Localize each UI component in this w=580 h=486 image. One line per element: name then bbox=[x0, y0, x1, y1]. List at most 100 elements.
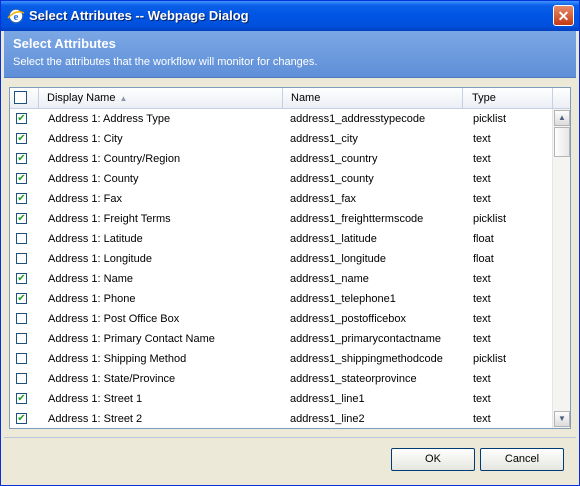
table-row[interactable]: Address 1: Latitude address1_latitude floa… bbox=[10, 229, 550, 249]
cell-name: address1_line1 bbox=[290, 393, 365, 405]
cell-name: address1_stateorprovince bbox=[290, 373, 417, 385]
cell-name: address1_name bbox=[290, 273, 369, 285]
row-checkbox[interactable]: ✔ bbox=[16, 273, 27, 284]
row-checkbox[interactable]: ✔ bbox=[16, 133, 27, 144]
row-checkbox[interactable] bbox=[16, 333, 27, 344]
close-button[interactable]: ✕ bbox=[553, 5, 574, 26]
dialog-header: Select Attributes Select the attributes … bbox=[4, 31, 576, 78]
cell-display-name: Address 1: Name bbox=[48, 273, 133, 285]
table-row[interactable]: Address 1: State/Province address1_stateo… bbox=[10, 369, 550, 389]
cell-type: float bbox=[473, 233, 494, 245]
table-row[interactable]: ✔ Address 1: Country/Region address1_count… bbox=[10, 149, 550, 169]
checkmark-icon: ✔ bbox=[17, 293, 26, 304]
row-checkbox[interactable]: ✔ bbox=[16, 153, 27, 164]
table-row[interactable]: ✔ Address 1: Phone address1_telephone1 text bbox=[10, 289, 550, 309]
select-all-checkbox[interactable] bbox=[14, 91, 27, 104]
ok-button[interactable]: OK bbox=[391, 448, 475, 471]
cell-type: picklist bbox=[473, 213, 507, 225]
select-all-cell bbox=[10, 88, 39, 108]
cell-display-name: Address 1: County bbox=[48, 173, 139, 185]
table-row[interactable]: ✔ Address 1: County address1_county text bbox=[10, 169, 550, 189]
column-label-name: Name bbox=[291, 92, 321, 104]
row-checkbox[interactable]: ✔ bbox=[16, 293, 27, 304]
header-description: Select the attributes that the workflow … bbox=[13, 56, 318, 68]
window-title: Select Attributes -- Webpage Dialog bbox=[29, 8, 249, 23]
cell-name: address1_freighttermscode bbox=[290, 213, 424, 225]
cell-type: picklist bbox=[473, 113, 507, 125]
cell-name: address1_latitude bbox=[290, 233, 377, 245]
cell-name: address1_fax bbox=[290, 193, 357, 205]
attributes-grid: Display Name ▲ Name Type ✔ Address 1: Addr… bbox=[9, 87, 571, 429]
grid-rows: ✔ Address 1: Address Type address1_address… bbox=[10, 109, 550, 428]
row-checkbox[interactable]: ✔ bbox=[16, 393, 27, 404]
row-checkbox[interactable] bbox=[16, 313, 27, 324]
checkmark-icon: ✔ bbox=[17, 213, 26, 224]
row-checkbox[interactable] bbox=[16, 253, 27, 264]
table-row[interactable]: ✔ Address 1: Freight Terms address1_freigh… bbox=[10, 209, 550, 229]
row-checkbox[interactable]: ✔ bbox=[16, 173, 27, 184]
cell-display-name: Address 1: Street 1 bbox=[48, 393, 143, 405]
header-title: Select Attributes bbox=[13, 36, 116, 51]
scroll-down-icon[interactable]: ▼ bbox=[554, 411, 570, 427]
cell-name: address1_postofficebox bbox=[290, 313, 406, 325]
table-row[interactable]: Address 1: Shipping Method address1_shipp… bbox=[10, 349, 550, 369]
cell-type: text bbox=[473, 273, 491, 285]
column-header-display-name[interactable]: Display Name ▲ bbox=[39, 88, 283, 108]
table-row[interactable]: ✔ Address 1: City address1_city text bbox=[10, 129, 550, 149]
cell-type: text bbox=[473, 153, 491, 165]
cell-display-name: Address 1: City bbox=[48, 133, 123, 145]
cell-display-name: Address 1: Shipping Method bbox=[48, 353, 187, 365]
row-checkbox[interactable]: ✔ bbox=[16, 413, 27, 424]
scroll-thumb[interactable] bbox=[554, 127, 570, 157]
table-row[interactable]: ✔ Address 1: Address Type address1_address… bbox=[10, 109, 550, 129]
cell-type: text bbox=[473, 413, 491, 425]
checkmark-icon: ✔ bbox=[17, 153, 26, 164]
cell-name: address1_longitude bbox=[290, 253, 387, 265]
checkmark-icon: ✔ bbox=[17, 193, 26, 204]
cell-name: address1_primarycontactname bbox=[290, 333, 442, 345]
table-row[interactable]: ✔ Address 1: Street 2 address1_line2 text bbox=[10, 409, 550, 428]
cell-type: text bbox=[473, 333, 491, 345]
cell-type: text bbox=[473, 133, 491, 145]
cell-type: text bbox=[473, 373, 491, 385]
row-checkbox[interactable] bbox=[16, 233, 27, 244]
column-label-display-name: Display Name bbox=[47, 92, 116, 104]
row-checkbox[interactable]: ✔ bbox=[16, 193, 27, 204]
cell-type: float bbox=[473, 253, 494, 265]
vertical-scrollbar[interactable]: ▲ ▼ bbox=[552, 109, 570, 428]
scroll-up-icon[interactable]: ▲ bbox=[554, 110, 570, 126]
row-checkbox[interactable]: ✔ bbox=[16, 213, 27, 224]
cell-type: text bbox=[473, 173, 491, 185]
cell-display-name: Address 1: Street 2 bbox=[48, 413, 143, 425]
cell-type: text bbox=[473, 193, 491, 205]
cell-type: text bbox=[473, 393, 491, 405]
table-row[interactable]: Address 1: Longitude address1_longitude fl… bbox=[10, 249, 550, 269]
checkmark-icon: ✔ bbox=[17, 133, 26, 144]
column-header-name[interactable]: Name bbox=[283, 88, 463, 108]
table-row[interactable]: ✔ Address 1: Fax address1_fax text bbox=[10, 189, 550, 209]
cell-display-name: Address 1: Post Office Box bbox=[48, 313, 180, 325]
row-checkbox[interactable] bbox=[16, 373, 27, 384]
cell-display-name: Address 1: Freight Terms bbox=[48, 213, 171, 225]
table-row[interactable]: Address 1: Primary Contact Name address1_… bbox=[10, 329, 550, 349]
cell-name: address1_city bbox=[290, 133, 358, 145]
column-label-type: Type bbox=[472, 92, 496, 104]
row-checkbox[interactable] bbox=[16, 353, 27, 364]
cancel-button[interactable]: Cancel bbox=[480, 448, 564, 471]
cell-display-name: Address 1: Phone bbox=[48, 293, 136, 305]
checkmark-icon: ✔ bbox=[17, 113, 26, 124]
sort-ascending-icon: ▲ bbox=[119, 94, 128, 103]
row-checkbox[interactable]: ✔ bbox=[16, 113, 27, 124]
table-row[interactable]: ✔ Address 1: Street 1 address1_line1 text bbox=[10, 389, 550, 409]
grid-header: Display Name ▲ Name Type bbox=[10, 88, 570, 109]
column-header-type[interactable]: Type bbox=[463, 88, 553, 108]
cell-name: address1_line2 bbox=[290, 413, 365, 425]
table-row[interactable]: Address 1: Post Office Box address1_posto… bbox=[10, 309, 550, 329]
cell-display-name: Address 1: Latitude bbox=[48, 233, 143, 245]
cell-name: address1_addresstypecode bbox=[290, 113, 426, 125]
dialog-window: e Select Attributes -- Webpage Dialog ✕ … bbox=[0, 0, 580, 486]
title-bar[interactable]: e Select Attributes -- Webpage Dialog ✕ bbox=[1, 1, 579, 31]
checkmark-icon: ✔ bbox=[17, 173, 26, 184]
table-row[interactable]: ✔ Address 1: Name address1_name text bbox=[10, 269, 550, 289]
dialog-footer: OK Cancel bbox=[4, 437, 576, 483]
